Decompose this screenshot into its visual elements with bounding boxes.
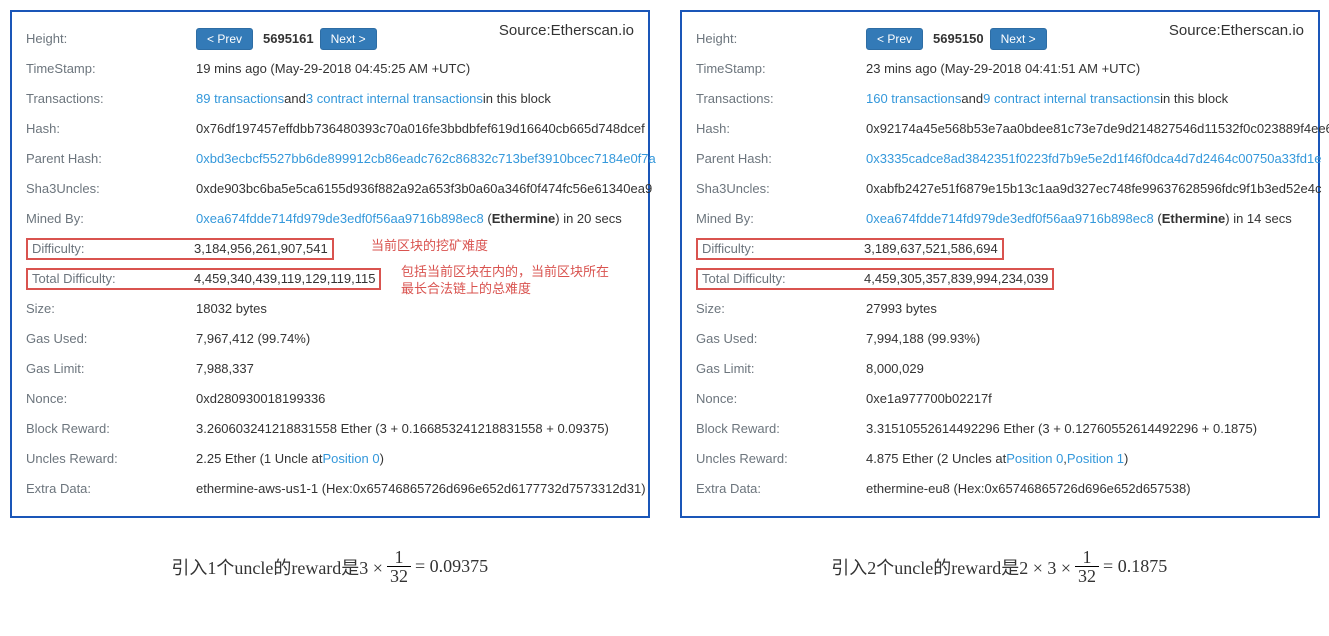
label-gas-limit: Gas Limit: — [696, 360, 866, 378]
value-block-reward: 3.31510552614492296 Ether (3 + 0.1276055… — [866, 420, 1304, 438]
uncle-pos1-link[interactable]: Position 1 — [1067, 450, 1124, 468]
label-height: Height: — [26, 30, 196, 48]
value-sha3uncles: 0xabfb2427e51f6879e15b13c1aa9d327ec748fe… — [866, 180, 1321, 198]
label-uncles-reward: Uncles Reward: — [26, 450, 196, 468]
difficulty-highlight: Difficulty: 3,184,956,261,907,541 — [26, 238, 334, 260]
value-gas-limit: 8,000,029 — [866, 360, 1304, 378]
internal-tx-link[interactable]: 3 contract internal transactions — [306, 90, 483, 108]
label-gas-limit: Gas Limit: — [26, 360, 196, 378]
block-panel-right: Source:Etherscan.io Height: < Prev 56951… — [680, 10, 1320, 518]
next-button[interactable]: Next > — [990, 28, 1047, 50]
tx-count-link[interactable]: 160 transactions — [866, 90, 961, 108]
next-button[interactable]: Next > — [320, 28, 377, 50]
label-gas-used: Gas Used: — [696, 330, 866, 348]
label-mined-by: Mined By: — [26, 210, 196, 228]
value-mined-by: 0xea674fdde714fd979de3edf0f56aa9716b898e… — [866, 210, 1304, 228]
value-timestamp: 19 mins ago (May-29-2018 04:45:25 AM +UT… — [196, 60, 634, 78]
parent-hash-link[interactable]: 0x3335cadce8ad3842351f0223fd7b9e5e2d1f46… — [866, 150, 1321, 168]
block-number: 5695150 — [933, 30, 984, 48]
block-number: 5695161 — [263, 30, 314, 48]
prev-button[interactable]: < Prev — [196, 28, 253, 50]
prev-button[interactable]: < Prev — [866, 28, 923, 50]
value-block-reward: 3.260603241218831558 Ether (3 + 0.166853… — [196, 420, 634, 438]
label-block-reward: Block Reward: — [696, 420, 866, 438]
total-difficulty-highlight: Total Difficulty: 4,459,340,439,119,129,… — [26, 268, 381, 290]
value-nonce: 0xe1a977700b02217f — [866, 390, 1304, 408]
formula-right: 引入2个uncle的reward是2 × 3 × 132 = 0.1875 — [680, 548, 1320, 585]
label-total-difficulty: Total Difficulty: — [702, 270, 864, 288]
label-transactions: Transactions: — [26, 90, 196, 108]
value-gas-limit: 7,988,337 — [196, 360, 634, 378]
label-gas-used: Gas Used: — [26, 330, 196, 348]
label-total-difficulty: Total Difficulty: — [32, 270, 194, 288]
value-transactions: 89 transactions and 3 contract internal … — [196, 90, 634, 108]
label-extra-data: Extra Data: — [26, 480, 196, 498]
miner-link[interactable]: 0xea674fdde714fd979de3edf0f56aa9716b898e… — [866, 210, 1154, 228]
block-panel-left: Source:Etherscan.io Height: < Prev 56951… — [10, 10, 650, 518]
value-total-difficulty: 4,459,340,439,119,129,119,115 — [194, 270, 375, 288]
internal-tx-link[interactable]: 9 contract internal transactions — [983, 90, 1160, 108]
value-hash: 0x76df197457effdbb736480393c70a016fe3bbd… — [196, 120, 645, 138]
value-timestamp: 23 mins ago (May-29-2018 04:41:51 AM +UT… — [866, 60, 1304, 78]
value-transactions: 160 transactions and 9 contract internal… — [866, 90, 1304, 108]
label-height: Height: — [696, 30, 866, 48]
label-block-reward: Block Reward: — [26, 420, 196, 438]
value-gas-used: 7,994,188 (99.93%) — [866, 330, 1304, 348]
label-hash: Hash: — [26, 120, 196, 138]
label-parent-hash: Parent Hash: — [696, 150, 866, 168]
value-mined-by: 0xea674fdde714fd979de3edf0f56aa9716b898e… — [196, 210, 634, 228]
label-extra-data: Extra Data: — [696, 480, 866, 498]
value-size: 27993 bytes — [866, 300, 1304, 318]
annotation-difficulty: 当前区块的挖矿难度 — [371, 238, 488, 255]
label-timestamp: TimeStamp: — [696, 60, 866, 78]
label-difficulty: Difficulty: — [702, 240, 864, 258]
value-sha3uncles: 0xde903bc6ba5e5ca6155d936f882a92a653f3b0… — [196, 180, 652, 198]
uncle-pos0-link[interactable]: Position 0 — [322, 450, 379, 468]
label-uncles-reward: Uncles Reward: — [696, 450, 866, 468]
label-size: Size: — [26, 300, 196, 318]
value-nonce: 0xd280930018199336 — [196, 390, 634, 408]
label-timestamp: TimeStamp: — [26, 60, 196, 78]
miner-link[interactable]: 0xea674fdde714fd979de3edf0f56aa9716b898e… — [196, 210, 484, 228]
value-total-difficulty: 4,459,305,357,839,994,234,039 — [864, 270, 1048, 288]
label-sha3uncles: Sha3Uncles: — [696, 180, 866, 198]
label-size: Size: — [696, 300, 866, 318]
total-difficulty-highlight: Total Difficulty: 4,459,305,357,839,994,… — [696, 268, 1054, 290]
uncle-pos0-link[interactable]: Position 0 — [1006, 450, 1063, 468]
label-hash: Hash: — [696, 120, 866, 138]
value-uncles-reward: 4.875 Ether (2 Uncles at Position 0, Pos… — [866, 450, 1304, 468]
value-hash: 0x92174a45e568b53e7aa0bdee81c73e7de9d214… — [866, 120, 1329, 138]
value-size: 18032 bytes — [196, 300, 634, 318]
label-sha3uncles: Sha3Uncles: — [26, 180, 196, 198]
value-extra-data: ethermine-aws-us1-1 (Hex:0x65746865726d6… — [196, 480, 646, 498]
difficulty-highlight: Difficulty: 3,189,637,521,586,694 — [696, 238, 1004, 260]
label-nonce: Nonce: — [696, 390, 866, 408]
label-nonce: Nonce: — [26, 390, 196, 408]
label-transactions: Transactions: — [696, 90, 866, 108]
formula-left: 引入1个uncle的reward是3 × 132 = 0.09375 — [10, 548, 650, 585]
value-difficulty: 3,189,637,521,586,694 — [864, 240, 998, 258]
value-extra-data: ethermine-eu8 (Hex:0x65746865726d696e652… — [866, 480, 1304, 498]
value-gas-used: 7,967,412 (99.74%) — [196, 330, 634, 348]
parent-hash-link[interactable]: 0xbd3ecbcf5527bb6de899912cb86eadc762c868… — [196, 150, 656, 168]
tx-count-link[interactable]: 89 transactions — [196, 90, 284, 108]
value-difficulty: 3,184,956,261,907,541 — [194, 240, 328, 258]
label-mined-by: Mined By: — [696, 210, 866, 228]
label-difficulty: Difficulty: — [32, 240, 194, 258]
label-parent-hash: Parent Hash: — [26, 150, 196, 168]
value-uncles-reward: 2.25 Ether (1 Uncle at Position 0) — [196, 450, 634, 468]
annotation-total-difficulty: 包括当前区块在内的，当前区块所在 最长合法链上的总难度 — [401, 264, 609, 298]
